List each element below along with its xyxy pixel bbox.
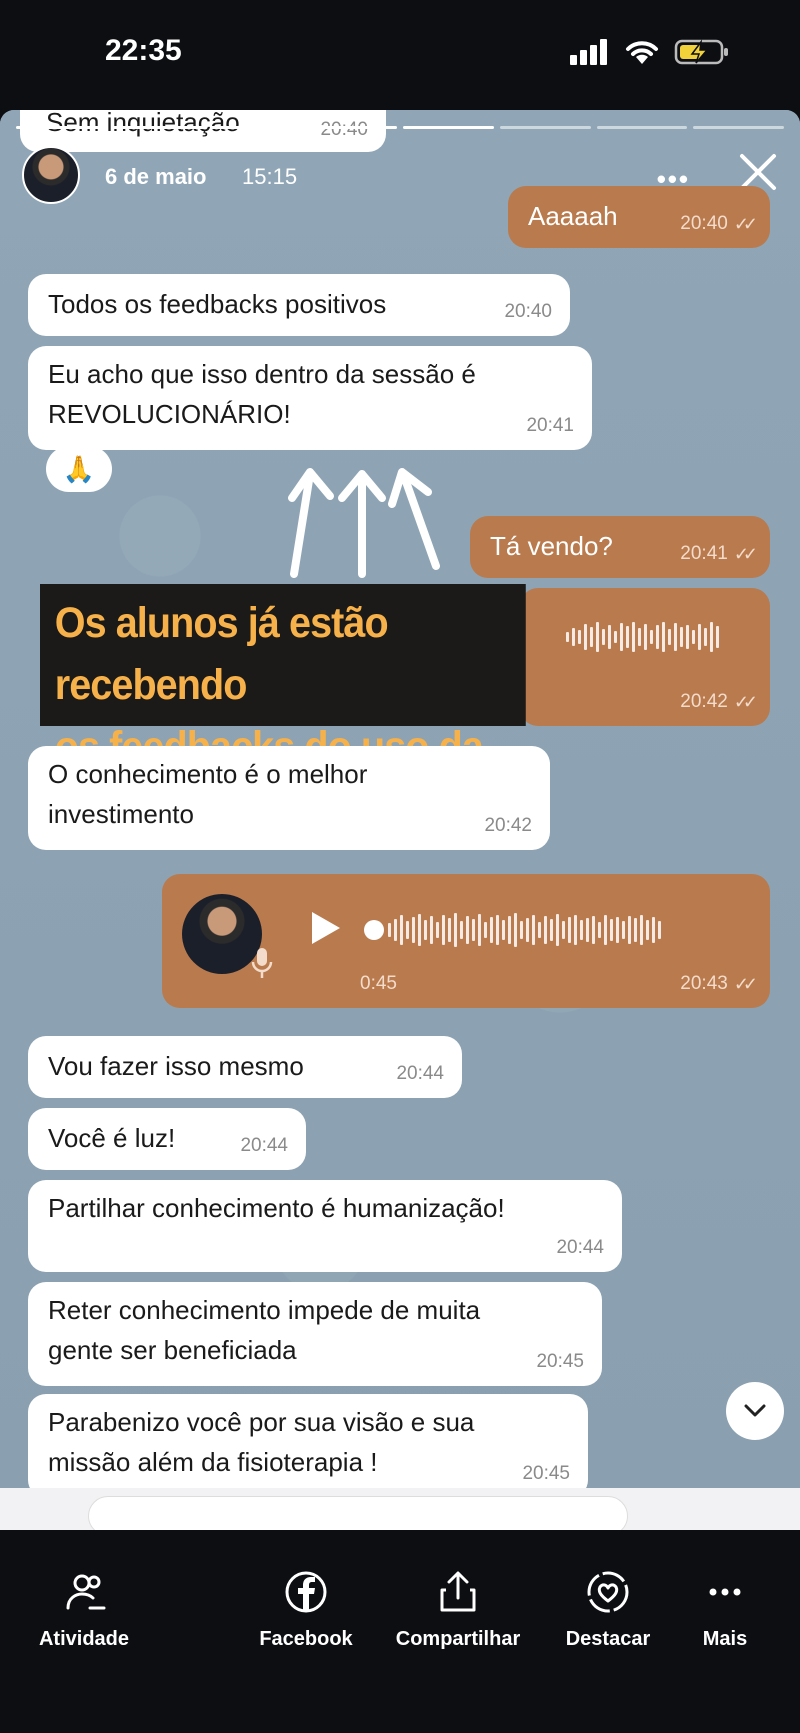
voice-message-bubble[interactable]: 0:45 20:43 ✓✓ (162, 874, 770, 1008)
story-date: 6 de maio (105, 164, 207, 189)
bottom-bar: Atividade Facebook Compartilhar Destacar… (0, 1530, 800, 1733)
nav-label: Atividade (38, 1628, 130, 1650)
message-text: Reter conhecimento impede de muita (48, 1295, 481, 1325)
message-bubble: O conhecimento é o melhor investimento 2… (28, 746, 550, 850)
message-bubble: Todos os feedbacks positivos 20:40 (28, 274, 570, 336)
story-view[interactable]: Sem inquietação 20:40 6 de maio 15:15 ••… (0, 110, 800, 1530)
status-bar: 22:35 (0, 0, 800, 110)
message-time: 20:41 (526, 415, 574, 437)
read-receipt-icon: ✓✓ (733, 692, 758, 713)
arrows-up-icon (288, 468, 440, 578)
message-meta: 20:40 ✓✓ (680, 210, 758, 238)
message-time: 20:41 (680, 543, 728, 565)
reaction-badge[interactable]: 🙏 (46, 446, 112, 492)
message-bubble: Você é luz! 20:44 (28, 1108, 306, 1170)
nav-label: Facebook (259, 1628, 353, 1650)
highlight-icon (587, 1571, 629, 1613)
nav-label: Compartilhar (395, 1628, 521, 1650)
message-text: gente ser beneficiada (48, 1335, 297, 1365)
message-text: Vou fazer isso mesmo (48, 1051, 304, 1081)
read-receipt-icon: ✓✓ (733, 974, 758, 995)
message-meta: 20:43 ✓✓ (680, 970, 758, 998)
activity-icon (66, 1574, 106, 1610)
waveform[interactable] (388, 912, 661, 948)
message-time: 20:40 (320, 119, 368, 141)
message-text: Eu acho que isso dentro da sessão é (48, 359, 476, 389)
signal-icon (570, 39, 607, 65)
message-time: 20:43 (680, 973, 728, 995)
waveform (566, 620, 719, 654)
nav-share[interactable]: Compartilhar (392, 1570, 524, 1651)
message-time: 20:45 (522, 1463, 570, 1485)
message-time: 20:44 (396, 1063, 444, 1085)
battery-charging-icon (674, 39, 728, 65)
wifi-icon (626, 41, 658, 64)
nav-facebook[interactable]: Facebook (256, 1570, 356, 1651)
more-icon (709, 1588, 741, 1596)
chevron-down-icon (744, 1404, 766, 1417)
nav-label: Mais (702, 1628, 748, 1650)
message-time: 20:44 (240, 1135, 288, 1157)
playhead[interactable] (364, 920, 384, 940)
message-time: 20:42 (680, 691, 728, 713)
voice-duration: 0:45 (360, 973, 397, 995)
read-receipt-icon: ✓✓ (733, 214, 758, 235)
voice-message-bubble[interactable]: 20:42 ✓✓ (520, 588, 770, 726)
message-text: Você é luz! (48, 1123, 176, 1153)
annotation-line: Os alunos já estão recebendo (54, 599, 389, 709)
message-time: 20:40 (504, 301, 552, 323)
message-text: O conhecimento é o melhor (48, 759, 368, 789)
story-progress (16, 126, 784, 129)
message-text: investimento (48, 799, 194, 829)
story-time: 15:15 (242, 164, 298, 189)
nav-highlight[interactable]: Destacar (558, 1570, 658, 1651)
microphone-icon (251, 948, 273, 978)
message-text: missão além da fisioterapia ! (48, 1447, 378, 1477)
composer-input (88, 1496, 628, 1530)
message-text: Partilhar conhecimento é humanização! (48, 1193, 505, 1223)
facebook-icon (285, 1571, 327, 1613)
message-text: Aaaaah (528, 201, 618, 231)
message-text: REVOLUCIONÁRIO! (48, 399, 291, 429)
share-icon (440, 1571, 476, 1612)
message-text: Todos os feedbacks positivos (48, 289, 387, 319)
message-bubble: Tá vendo? 20:41 ✓✓ (470, 516, 770, 578)
message-composer (0, 1488, 800, 1530)
play-icon[interactable] (308, 910, 342, 946)
message-time: 20:42 (484, 815, 532, 837)
message-text: Parabenizo você por sua visão e sua (48, 1407, 475, 1437)
nav-label: Destacar (565, 1628, 651, 1650)
avatar[interactable] (22, 146, 80, 204)
message-time: 20:44 (556, 1237, 604, 1259)
message-bubble: Vou fazer isso mesmo 20:44 (28, 1036, 462, 1098)
message-bubble: Parabenizo você por sua visão e sua miss… (28, 1394, 588, 1498)
message-bubble: Reter conhecimento impede de muita gente… (28, 1282, 602, 1386)
message-bubble: Aaaaah 20:40 ✓✓ (508, 186, 770, 248)
annotation-caption: Os alunos já estão recebendo os feedback… (40, 584, 526, 833)
message-bubble: Eu acho que isso dentro da sessão é REVO… (28, 346, 592, 450)
message-meta: 20:41 ✓✓ (680, 540, 758, 568)
message-bubble: Partilhar conhecimento é humanização! 20… (28, 1180, 622, 1272)
nav-more[interactable]: Mais (690, 1570, 760, 1651)
status-icons (570, 38, 730, 66)
read-receipt-icon: ✓✓ (733, 544, 758, 565)
scroll-down-button[interactable] (726, 1382, 784, 1440)
message-text: Tá vendo? (490, 531, 613, 561)
nav-activity[interactable]: Atividade (36, 1570, 132, 1651)
message-time: 20:40 (680, 213, 728, 235)
message-time: 20:45 (536, 1351, 584, 1373)
clock: 22:35 (105, 34, 182, 67)
message-meta: 20:42 ✓✓ (680, 688, 758, 716)
